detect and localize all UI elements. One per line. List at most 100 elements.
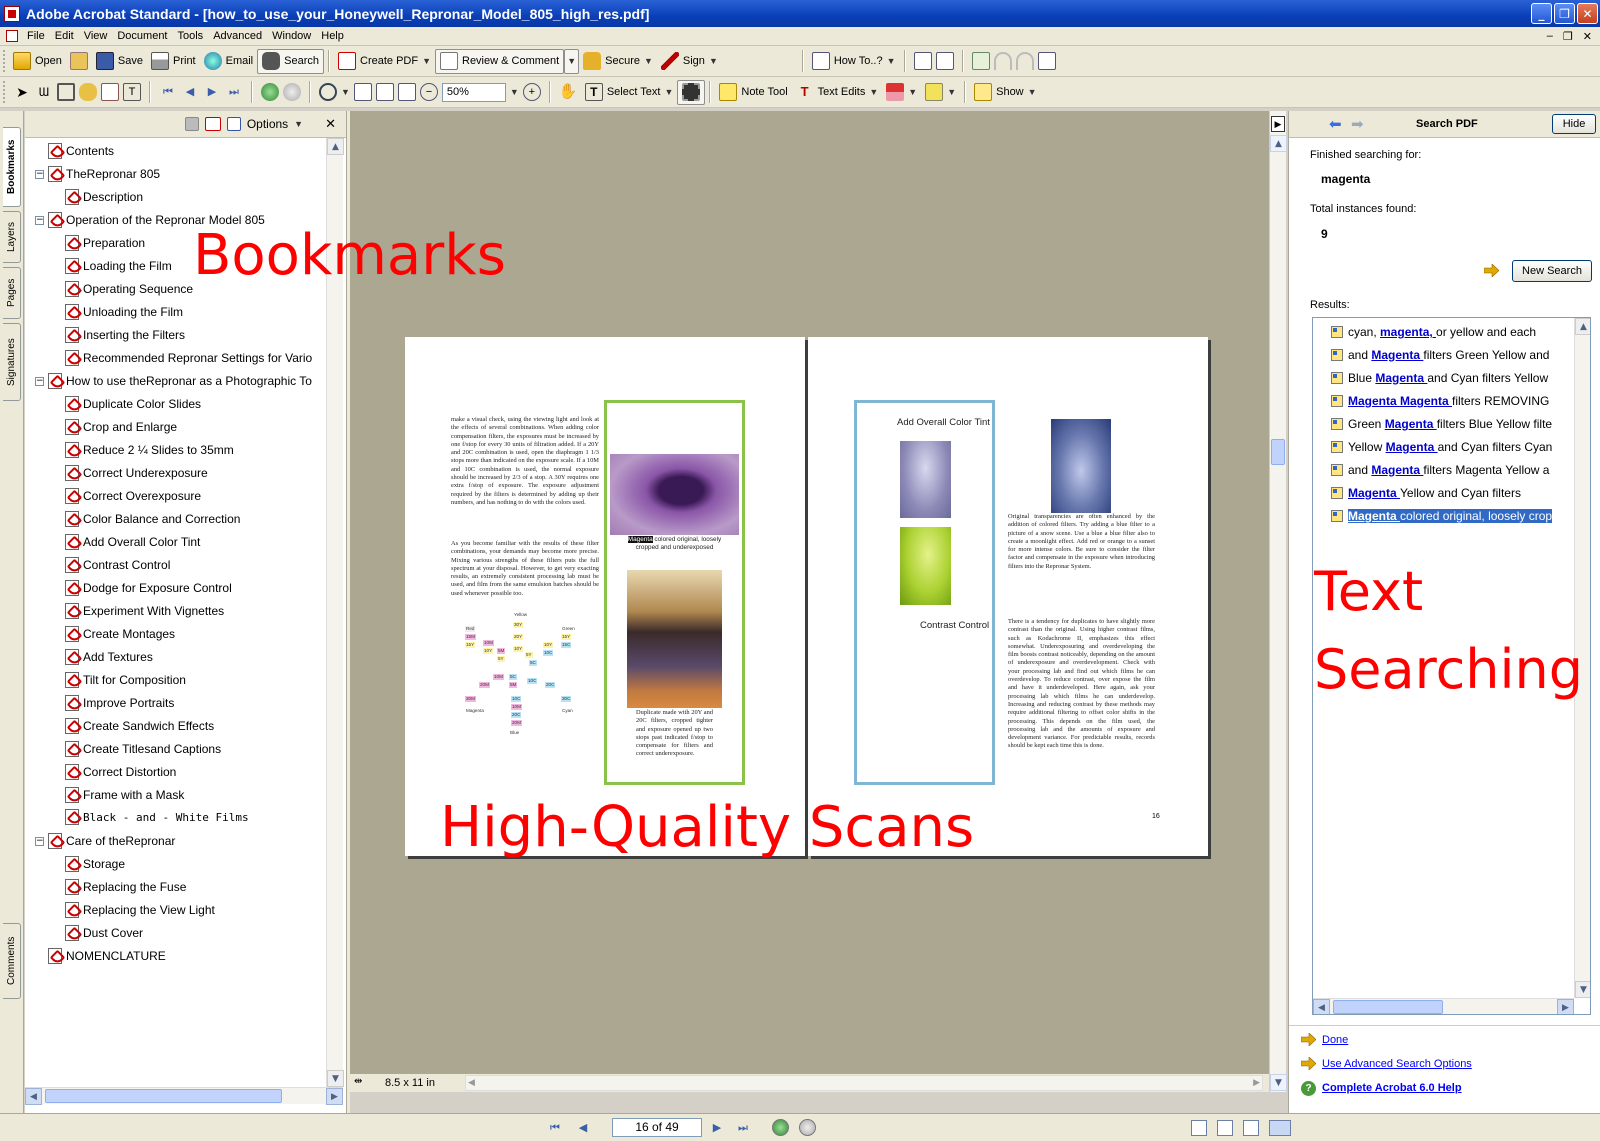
- chevron-down-icon[interactable]: ▼: [709, 56, 718, 66]
- crop-icon[interactable]: [57, 83, 75, 101]
- scroll-right-arrow[interactable]: ▶: [1253, 1077, 1260, 1088]
- document-icon[interactable]: [6, 30, 18, 42]
- bookmark-item[interactable]: Recommended Repronar Settings for Vario: [65, 348, 312, 368]
- bookmark-item[interactable]: Black - and - White Films: [65, 807, 249, 827]
- bookmark-item[interactable]: Create Montages: [65, 624, 175, 644]
- scroll-left-arrow[interactable]: ◀: [25, 1088, 42, 1105]
- search-result-item[interactable]: Magenta Magenta filters REMOVING: [1313, 391, 1590, 411]
- spell-check-icon[interactable]: [971, 52, 990, 70]
- options-menu[interactable]: Options: [247, 117, 288, 131]
- touchup-object-icon[interactable]: [101, 83, 119, 101]
- bookmark-item[interactable]: Crop and Enlarge: [65, 417, 177, 437]
- chevron-down-icon[interactable]: ▼: [869, 87, 878, 97]
- next-page-icon[interactable]: ▶: [708, 1119, 726, 1136]
- collapse-toggle-icon[interactable]: −: [35, 215, 44, 225]
- hide-button[interactable]: Hide: [1552, 114, 1596, 134]
- chevron-down-icon[interactable]: ▼: [947, 87, 956, 97]
- secure-button[interactable]: Secure ▼: [579, 49, 657, 74]
- bookmark-item[interactable]: Inserting the Filters: [65, 325, 185, 345]
- previous-view-icon[interactable]: [772, 1119, 789, 1136]
- chevron-down-icon[interactable]: ▼: [1028, 87, 1037, 97]
- email-button[interactable]: Email: [200, 49, 258, 74]
- forward-arrow-icon[interactable]: ➡: [1351, 115, 1364, 133]
- scroll-up-arrow[interactable]: ▲: [327, 138, 344, 155]
- bookmark-item[interactable]: NOMENCLATURE: [35, 946, 166, 966]
- search-result-item[interactable]: and Magenta filters Magenta Yellow a: [1313, 460, 1590, 480]
- menu-help[interactable]: Help: [316, 30, 349, 42]
- bookmark-item[interactable]: Operating Sequence: [65, 279, 193, 299]
- next-view-icon[interactable]: [799, 1119, 816, 1136]
- bookmark-item[interactable]: Dodge for Exposure Control: [65, 578, 232, 598]
- bookmark-item[interactable]: Create Sandwich Effects: [65, 716, 214, 736]
- zoom-in-icon[interactable]: +: [522, 83, 541, 101]
- results-horizontal-scrollbar[interactable]: ◀ ▶: [1313, 998, 1574, 1014]
- zoom-out-icon[interactable]: −: [419, 83, 438, 101]
- bookmark-item[interactable]: Frame with a Mask: [65, 785, 184, 805]
- doc-minimize-button[interactable]: –: [1547, 30, 1553, 43]
- search-result-item[interactable]: Yellow Magenta and Cyan filters Cyan: [1313, 437, 1590, 457]
- new-search-button[interactable]: New Search: [1512, 260, 1592, 282]
- bookmark-horizontal-scrollbar[interactable]: ◀ ▶: [25, 1087, 343, 1105]
- chevron-down-icon[interactable]: ▼: [664, 87, 673, 97]
- tab-bookmarks[interactable]: Bookmarks: [3, 127, 21, 207]
- tab-pages[interactable]: Pages: [3, 267, 21, 319]
- advanced-search-link[interactable]: Use Advanced Search Options: [1322, 1058, 1472, 1070]
- bookmark-item[interactable]: Color Balance and Correction: [65, 509, 240, 529]
- scroll-right-arrow[interactable]: ▶: [1557, 999, 1574, 1014]
- bookmark-item[interactable]: Preparation: [65, 233, 145, 253]
- undo-icon[interactable]: [993, 52, 1012, 70]
- search-result-item[interactable]: Magenta colored original, loosely crop: [1313, 506, 1590, 526]
- menu-document[interactable]: Document: [112, 30, 172, 42]
- acrobat-help-link[interactable]: Complete Acrobat 6.0 Help: [1322, 1082, 1462, 1094]
- toolbar-grip[interactable]: [3, 81, 6, 103]
- fit-page-icon[interactable]: [375, 83, 394, 101]
- menu-tools[interactable]: Tools: [173, 30, 209, 42]
- scroll-down-arrow[interactable]: ▼: [1575, 981, 1590, 998]
- fit-width-icon[interactable]: [397, 83, 416, 101]
- search-result-item[interactable]: Magenta Yellow and Cyan filters: [1313, 483, 1590, 503]
- continuous-facing-icon[interactable]: [1243, 1120, 1259, 1136]
- bookmark-item[interactable]: Correct Overexposure: [65, 486, 201, 506]
- hand-tool-button[interactable]: ✋: [555, 80, 581, 105]
- bookmark-item[interactable]: Reduce 2 ¼ Slides to 35mm: [65, 440, 234, 460]
- bookmark-item[interactable]: Loading the Film: [65, 256, 172, 276]
- close-button[interactable]: ✕: [1577, 3, 1598, 24]
- scroll-left-arrow[interactable]: ◀: [1313, 999, 1330, 1014]
- open-button[interactable]: Open: [9, 49, 66, 74]
- bookmark-item[interactable]: Create Titlesand Captions: [65, 739, 221, 759]
- bookmark-item[interactable]: Add Overall Color Tint: [65, 532, 200, 552]
- scroll-down-arrow[interactable]: ▼: [327, 1070, 344, 1087]
- chevron-down-icon[interactable]: ▼: [908, 87, 917, 97]
- toolbar-grip[interactable]: [3, 50, 6, 72]
- bookmark-item[interactable]: Contents: [35, 141, 114, 161]
- tab-signatures[interactable]: Signatures: [3, 323, 21, 401]
- bookmark-item[interactable]: Storage: [65, 854, 125, 874]
- search-result-item[interactable]: Green Magenta filters Blue Yellow filte: [1313, 414, 1590, 434]
- minimize-button[interactable]: _: [1531, 3, 1552, 24]
- bookmark-item[interactable]: Replacing the View Light: [65, 900, 215, 920]
- bookmark-item[interactable]: Improve Portraits: [65, 693, 174, 713]
- restore-button[interactable]: ❐: [1554, 3, 1575, 24]
- rotate-clockwise-icon[interactable]: [913, 52, 932, 70]
- continuous-icon[interactable]: [1217, 1120, 1233, 1136]
- scroll-down-arrow[interactable]: ▼: [1270, 1074, 1287, 1091]
- chevron-down-icon[interactable]: ▼: [510, 87, 519, 97]
- next-page-icon[interactable]: ▶: [203, 83, 221, 101]
- sign-button[interactable]: Sign ▼: [657, 49, 722, 74]
- highlighter-button[interactable]: ▼: [921, 80, 960, 105]
- rotate-buttons[interactable]: [910, 49, 958, 74]
- bookmark-item[interactable]: − Care of theRepronar: [35, 831, 175, 851]
- select-text-button[interactable]: T Select Text ▼: [581, 80, 678, 105]
- actual-size-icon[interactable]: [353, 83, 372, 101]
- first-page-icon[interactable]: ⏮: [159, 83, 177, 101]
- collapse-toggle-icon[interactable]: −: [35, 376, 44, 386]
- bookmark-item[interactable]: Description: [65, 187, 143, 207]
- chevron-down-icon[interactable]: ▼: [422, 56, 431, 66]
- horizontal-scroll-thumb[interactable]: [1333, 1000, 1443, 1014]
- bookmark-item[interactable]: Replacing the Fuse: [65, 877, 186, 897]
- first-page-icon[interactable]: ⏮: [546, 1119, 564, 1136]
- bookmark-item[interactable]: Dust Cover: [65, 923, 143, 943]
- collapse-toggle-icon[interactable]: −: [35, 169, 44, 179]
- page-number-field[interactable]: 16 of 49: [612, 1118, 702, 1137]
- vertical-scroll-thumb[interactable]: [1271, 439, 1285, 465]
